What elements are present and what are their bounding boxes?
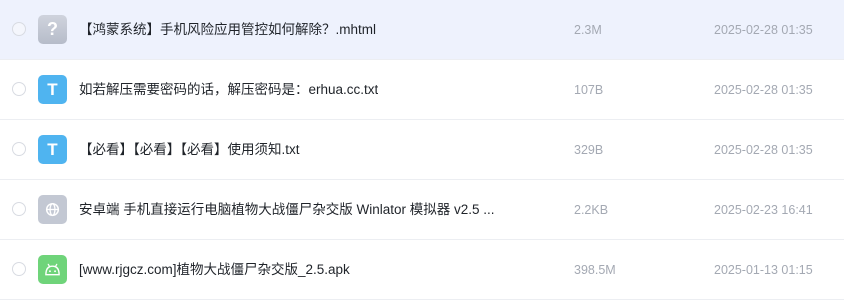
file-name[interactable]: 【必看】【必看】【必看】使用须知.txt — [79, 120, 300, 180]
text-file-icon: T — [38, 75, 67, 104]
file-date: 2025-02-28 01:35 — [714, 143, 813, 157]
file-name[interactable]: 【鸿蒙系统】手机风险应用管控如何解除？.mhtml — [79, 0, 376, 60]
link-file-icon — [38, 195, 67, 224]
file-date: 2025-02-28 01:35 — [714, 83, 813, 97]
file-row[interactable]: ? 【鸿蒙系统】手机风险应用管控如何解除？.mhtml 2.3M 2025-02… — [0, 0, 844, 60]
text-file-icon: T — [38, 135, 67, 164]
file-size: 2.2KB — [574, 203, 609, 217]
file-name[interactable]: 安卓端 手机直接运行电脑植物大战僵尸杂交版 Winlator 模拟器 v2.5 … — [79, 180, 495, 240]
globe-icon — [45, 202, 60, 217]
file-list: ? 【鸿蒙系统】手机风险应用管控如何解除？.mhtml 2.3M 2025-02… — [0, 0, 844, 300]
file-row[interactable]: T 【必看】【必看】【必看】使用须知.txt 329B 2025-02-28 0… — [0, 120, 844, 180]
unknown-file-icon: ? — [38, 15, 67, 44]
file-date: 2025-02-23 16:41 — [714, 203, 813, 217]
row-checkbox[interactable] — [12, 82, 26, 96]
file-size: 329B — [574, 143, 604, 157]
android-apk-icon — [38, 255, 67, 284]
file-row[interactable]: 安卓端 手机直接运行电脑植物大战僵尸杂交版 Winlator 模拟器 v2.5 … — [0, 180, 844, 240]
file-row[interactable]: [www.rjgcz.com]植物大战僵尸杂交版_2.5.apk 398.5M … — [0, 240, 844, 300]
android-icon — [45, 263, 60, 275]
row-checkbox[interactable] — [12, 22, 26, 36]
row-checkbox[interactable] — [12, 202, 26, 216]
file-size: 107B — [574, 83, 604, 97]
row-checkbox[interactable] — [12, 142, 26, 156]
file-size: 2.3M — [574, 23, 602, 37]
file-size: 398.5M — [574, 263, 616, 277]
file-name[interactable]: [www.rjgcz.com]植物大战僵尸杂交版_2.5.apk — [79, 240, 350, 300]
file-date: 2025-02-28 01:35 — [714, 23, 813, 37]
file-row[interactable]: T 如若解压需要密码的话，解压密码是：erhua.cc.txt 107B 202… — [0, 60, 844, 120]
file-date: 2025-01-13 01:15 — [714, 263, 813, 277]
row-checkbox[interactable] — [12, 262, 26, 276]
file-name[interactable]: 如若解压需要密码的话，解压密码是：erhua.cc.txt — [79, 60, 378, 120]
